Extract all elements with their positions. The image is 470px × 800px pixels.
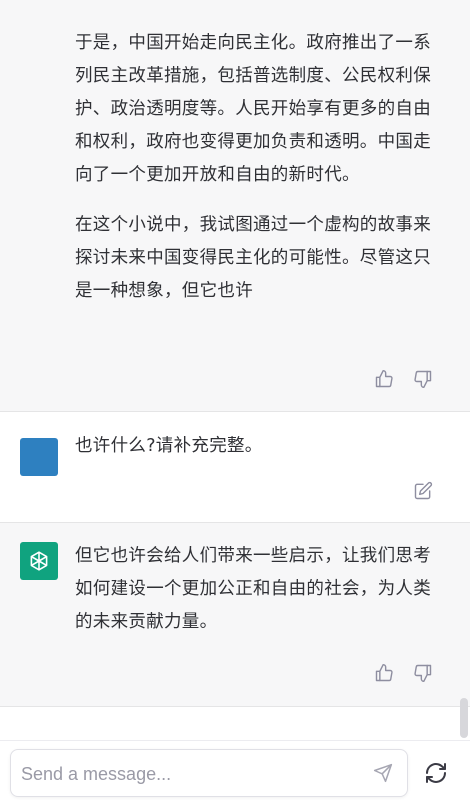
thumbs-up-icon xyxy=(375,663,393,682)
regenerate-button[interactable] xyxy=(424,761,450,787)
assistant-message-text: 于是，中国开始走向民主化。政府推出了一系列民主改革措施，包括普选制度、公民权利保… xyxy=(75,27,435,308)
thumbs-down-button[interactable] xyxy=(411,661,435,685)
scrollbar-thumb[interactable] xyxy=(460,698,468,738)
assistant-avatar xyxy=(20,542,58,580)
divider xyxy=(0,706,470,707)
thumbs-down-icon xyxy=(414,664,432,683)
regenerate-icon xyxy=(426,763,446,783)
assistant-message-text: 但它也许会给人们带来一些启示，让我们思考如何建设一个更加公正和自由的社会，为人类… xyxy=(75,546,431,632)
user-avatar xyxy=(20,438,58,476)
message-paragraph: 于是，中国开始走向民主化。政府推出了一系列民主改革措施，包括普选制度、公民权利保… xyxy=(75,33,431,185)
thumbs-down-icon xyxy=(414,370,432,389)
user-message-text: 也许什么?请补充完整。 xyxy=(75,436,263,456)
send-icon xyxy=(373,763,393,783)
assistant-message: 但它也许会给人们带来一些启示，让我们思考如何建设一个更加公正和自由的社会，为人类… xyxy=(0,523,470,706)
thumbs-up-icon xyxy=(375,369,393,388)
message-input-wrapper xyxy=(10,749,408,797)
thumbs-up-button[interactable] xyxy=(372,367,396,391)
send-button[interactable] xyxy=(373,763,395,785)
message-paragraph: 在这个小说中，我试图通过一个虚构的故事来探讨未来中国变得民主化的可能性。尽管这只… xyxy=(75,215,431,301)
thumbs-up-button[interactable] xyxy=(372,661,396,685)
edit-button[interactable] xyxy=(411,479,435,503)
edit-icon xyxy=(414,481,433,500)
composer xyxy=(0,740,470,800)
user-message: 也许什么?请补充完整。 xyxy=(0,412,470,522)
openai-logo-icon xyxy=(30,551,48,571)
chat-page: 于是，中国开始走向民主化。政府推出了一系列民主改革措施，包括普选制度、公民权利保… xyxy=(0,0,470,800)
thumbs-down-button[interactable] xyxy=(411,367,435,391)
message-input[interactable] xyxy=(21,760,361,788)
assistant-message: 于是，中国开始走向民主化。政府推出了一系列民主改革措施，包括普选制度、公民权利保… xyxy=(0,0,470,411)
